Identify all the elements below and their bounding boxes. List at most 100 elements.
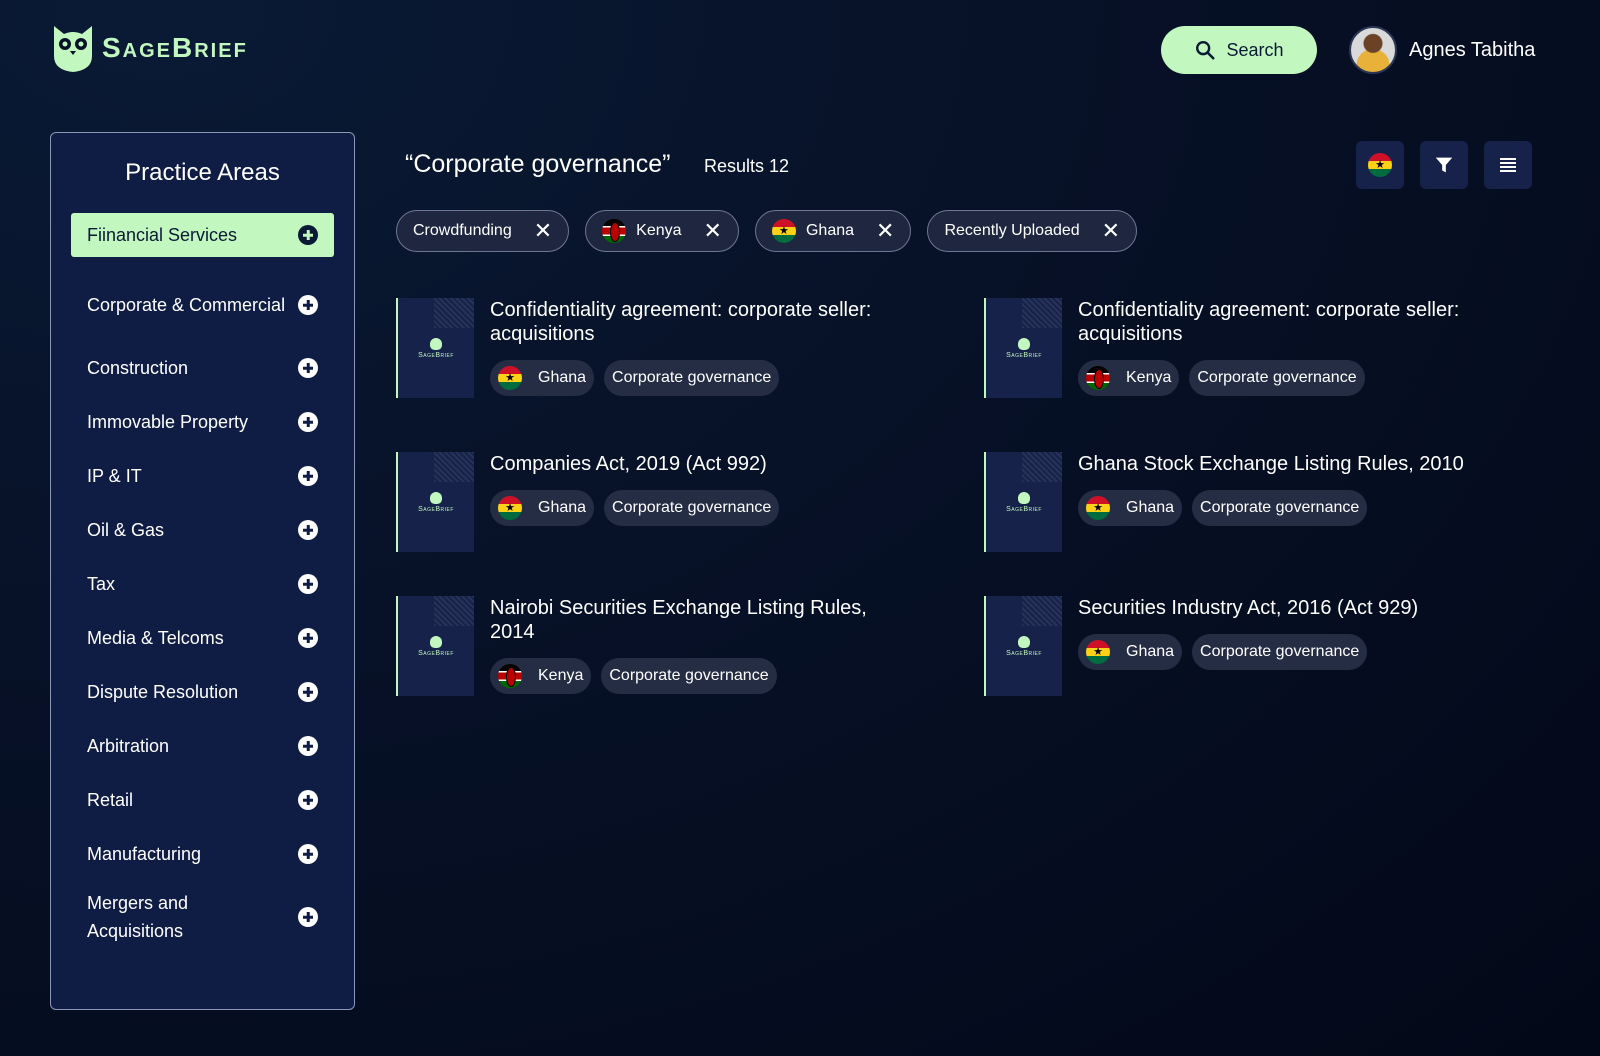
topic-tag: Corporate governance — [1192, 634, 1368, 670]
sidebar-item[interactable]: Immovable Property — [71, 395, 334, 449]
country-tag: Ghana — [1078, 634, 1183, 670]
result-title[interactable]: Confidentiality agreement: corporate sel… — [490, 298, 910, 346]
sidebar-item[interactable]: Manufacturing — [71, 827, 334, 881]
list-icon — [1500, 158, 1516, 172]
sidebar-item-label: Tax — [87, 573, 116, 594]
kenya-flag-icon — [1086, 366, 1110, 390]
result-tags: Ghana Corporate governance — [1078, 490, 1464, 526]
sidebar-item[interactable]: Media & Telcoms — [71, 611, 334, 665]
plus-circle-icon[interactable] — [298, 358, 318, 378]
result-title[interactable]: Confidentiality agreement: corporate sel… — [1078, 298, 1498, 346]
country-filter-button[interactable] — [1356, 141, 1404, 189]
sidebar-item-label: Immovable Property — [87, 411, 249, 432]
plus-circle-icon[interactable] — [298, 295, 318, 315]
result-card[interactable]: SageBrief Ghana Stock Exchange Listing Ru… — [984, 452, 1464, 552]
filter-chip: Recently Uploaded ✕ — [927, 210, 1138, 252]
close-icon[interactable]: ✕ — [876, 220, 894, 242]
document-thumbnail[interactable]: SageBrief — [984, 596, 1062, 696]
plus-circle-icon[interactable] — [298, 682, 318, 702]
sidebar-item-label: Oil & Gas — [87, 519, 165, 540]
country-tag: Ghana — [1078, 490, 1183, 526]
result-card[interactable]: SageBrief Confidentiality agreement: corp… — [984, 298, 1498, 398]
plus-circle-icon[interactable] — [298, 520, 318, 540]
thumbnail-brand: SageBrief — [1006, 649, 1042, 657]
country-tag-label: Ghana — [1126, 643, 1175, 660]
result-tags: Ghana Corporate governance — [1078, 634, 1418, 670]
sidebar-item-label: Corporate & Commercial — [87, 295, 286, 315]
result-card[interactable]: SageBrief Securities Industry Act, 2016 (… — [984, 596, 1418, 696]
country-tag: Ghana — [490, 360, 595, 396]
document-thumbnail[interactable]: SageBrief — [396, 298, 474, 398]
document-thumbnail[interactable]: SageBrief — [984, 298, 1062, 398]
sidebar-item[interactable]: Retail — [71, 773, 334, 827]
practice-areas-list: Fiinancial Services Corporate & Commercia… — [71, 213, 334, 953]
result-card[interactable]: SageBrief Confidentiality agreement: corp… — [396, 298, 910, 398]
sidebar-item[interactable]: Oil & Gas — [71, 503, 334, 557]
search-button[interactable]: Search — [1161, 26, 1317, 74]
topic-tag: Corporate governance — [1192, 490, 1368, 526]
ghana-flag-icon — [1086, 640, 1110, 664]
result-title[interactable]: Securities Industry Act, 2016 (Act 929) — [1078, 596, 1418, 620]
thumbnail-brand: SageBrief — [418, 649, 454, 657]
user-menu[interactable]: Agnes Tabitha — [1349, 26, 1535, 74]
document-thumbnail[interactable]: SageBrief — [984, 452, 1062, 552]
result-card[interactable]: SageBrief Nairobi Securities Exchange Lis… — [396, 596, 910, 696]
sidebar-item-label: Dispute Resolution — [87, 681, 239, 702]
result-title[interactable]: Ghana Stock Exchange Listing Rules, 2010 — [1078, 452, 1464, 476]
avatar[interactable] — [1349, 26, 1397, 74]
filter-chip: Crowdfunding ✕ — [396, 210, 570, 252]
plus-circle-icon[interactable] — [298, 412, 318, 432]
close-icon[interactable]: ✕ — [704, 220, 722, 242]
sidebar-item[interactable]: Dispute Resolution — [71, 665, 334, 719]
result-title[interactable]: Companies Act, 2019 (Act 992) — [490, 452, 779, 476]
owl-logo-icon — [430, 491, 442, 504]
plus-circle-icon[interactable] — [298, 466, 318, 486]
sidebar-item[interactable]: Fiinancial Services — [71, 213, 334, 257]
result-card[interactable]: SageBrief Companies Act, 2019 (Act 992) Gh… — [396, 452, 780, 552]
sidebar-item[interactable]: IP & IT — [71, 449, 334, 503]
sidebar-item-label: Arbitration — [87, 735, 170, 756]
plus-circle-icon[interactable] — [298, 225, 318, 245]
close-icon[interactable]: ✕ — [1102, 220, 1120, 242]
result-title[interactable]: Nairobi Securities Exchange Listing Rule… — [490, 596, 910, 644]
sidebar-item[interactable]: Tax — [71, 557, 334, 611]
topic-tag: Corporate governance — [604, 490, 780, 526]
topic-tag: Corporate governance — [604, 360, 780, 396]
filter-chip-label: Recently Uploaded — [944, 222, 1080, 239]
owl-logo-icon — [430, 635, 442, 648]
list-view-button[interactable] — [1484, 141, 1532, 189]
ghana-flag-icon — [498, 496, 522, 520]
result-card-body: Ghana Stock Exchange Listing Rules, 2010… — [1078, 452, 1464, 552]
sidebar-item[interactable]: Arbitration — [71, 719, 334, 773]
plus-circle-icon[interactable] — [298, 736, 318, 756]
sidebar-item-label: Manufacturing — [87, 843, 202, 864]
ghana-flag-icon — [1086, 496, 1110, 520]
funnel-icon — [1435, 157, 1453, 173]
country-tag-label: Ghana — [538, 369, 587, 386]
filter-chip: Ghana ✕ — [754, 210, 912, 252]
brand-name: SageBrief — [102, 32, 248, 63]
owl-logo-icon — [1018, 635, 1030, 648]
sidebar-item[interactable]: Construction — [71, 341, 334, 395]
filter-chip-label: Ghana — [805, 222, 855, 239]
kenya-flag-icon — [602, 219, 627, 243]
plus-circle-icon[interactable] — [298, 907, 318, 927]
result-card-body: Securities Industry Act, 2016 (Act 929) G… — [1078, 596, 1418, 696]
sidebar-item[interactable]: Corporate & Commercial — [71, 269, 334, 341]
close-icon[interactable]: ✕ — [534, 220, 552, 242]
owl-logo-icon — [1018, 337, 1030, 350]
document-thumbnail[interactable]: SageBrief — [396, 596, 474, 696]
document-thumbnail[interactable]: SageBrief — [396, 452, 474, 552]
plus-circle-icon[interactable] — [298, 574, 318, 594]
sidebar-item-label: IP & IT — [87, 465, 142, 486]
plus-circle-icon[interactable] — [298, 844, 318, 864]
brand-logo[interactable]: SageBrief — [50, 22, 248, 74]
result-card-body: Companies Act, 2019 (Act 992) Ghana Corpor… — [490, 452, 780, 552]
result-tags: Ghana Corporate governance — [490, 490, 780, 526]
result-card-body: Nairobi Securities Exchange Listing Rule… — [490, 596, 910, 696]
country-tag: Ghana — [490, 490, 595, 526]
plus-circle-icon[interactable] — [298, 628, 318, 648]
plus-circle-icon[interactable] — [298, 790, 318, 810]
sidebar-item[interactable]: Mergers and Acquisitions — [71, 881, 334, 953]
filter-button[interactable] — [1420, 141, 1468, 189]
